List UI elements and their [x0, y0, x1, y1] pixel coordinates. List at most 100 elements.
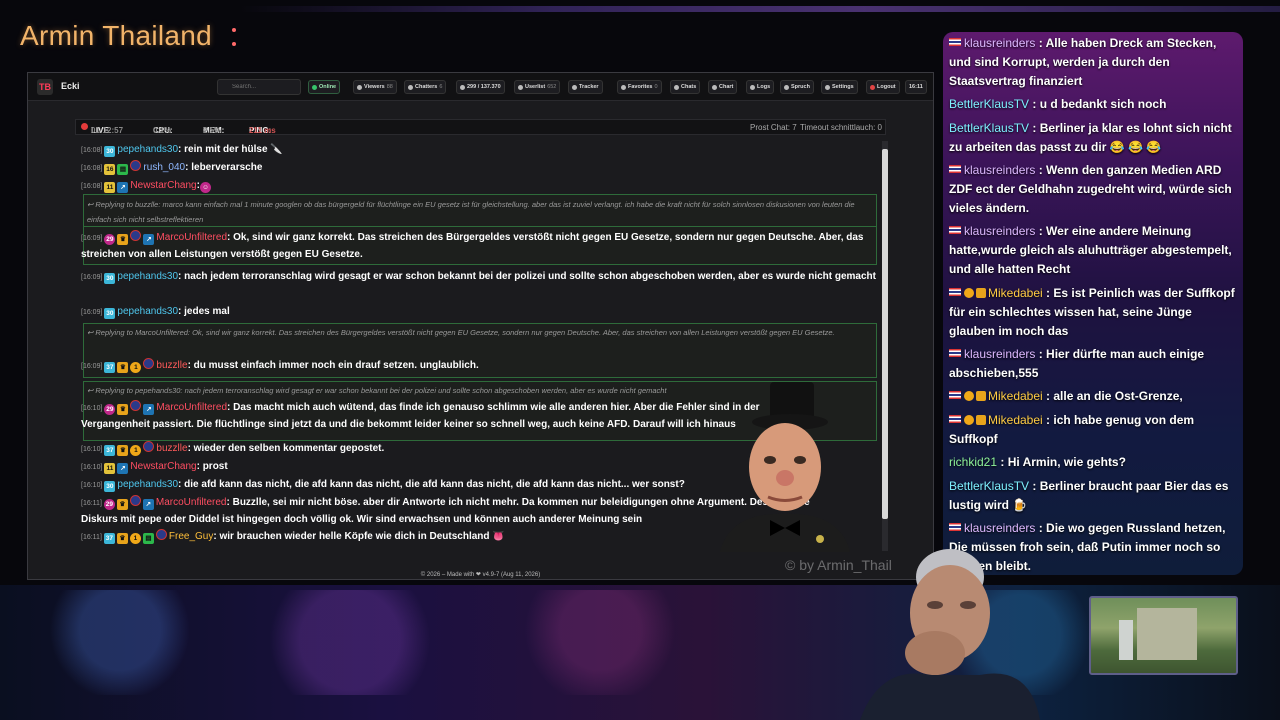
- settings-button[interactable]: Settings: [821, 80, 858, 94]
- flag-badge-icon: [130, 230, 142, 241]
- sub-badge-icon: 30: [104, 481, 116, 492]
- app-logo-icon[interactable]: TB: [37, 79, 53, 95]
- mod-badge-icon: ↗: [117, 182, 129, 193]
- chat-message: [16:09] 30 pepehands30: nach jedem terrora…: [81, 271, 876, 284]
- online-button[interactable]: Online: [308, 80, 341, 94]
- chats-icon: [674, 84, 679, 90]
- username[interactable]: pepehands30: [117, 479, 178, 490]
- chat-bubble-icon: [460, 84, 465, 90]
- sub-badge-icon: 37: [104, 362, 116, 373]
- stream-chat-message: klausreinders : Wenn den ganzen Medien A…: [949, 163, 1232, 215]
- bits-badge-icon: 1: [130, 445, 142, 456]
- username[interactable]: pepehands30: [117, 306, 178, 317]
- sub-badge-icon: 37: [104, 445, 116, 456]
- username[interactable]: rush_040: [143, 162, 185, 173]
- stream-chat-message: richkid21 : Hi Armin, wie gehts?: [949, 455, 1126, 469]
- stream-chat-message: Mikedabei : ich habe genug von dem Suffk…: [949, 413, 1195, 446]
- wall-shape: [1137, 608, 1197, 660]
- tracker-button[interactable]: Tracker: [568, 80, 603, 94]
- username[interactable]: NewstarChang: [130, 180, 196, 191]
- chat-message: [16:08] 16 ▤ rush_040: leberverarsche: [81, 160, 263, 175]
- search-input[interactable]: [217, 79, 301, 95]
- flag-badge-icon: [155, 529, 167, 540]
- logs-button[interactable]: Logs: [746, 80, 775, 94]
- webcam-feed: [860, 549, 1040, 720]
- door-shape: [1119, 620, 1133, 660]
- mod-badge-icon: ↗: [143, 234, 155, 245]
- reply-quote[interactable]: ↩ Replying to MarcoUnfiltered: Ok, sind …: [87, 325, 857, 340]
- mod-badge-icon: ↗: [117, 463, 129, 474]
- logout-button[interactable]: Logout: [866, 80, 900, 94]
- chat-message: [16:08] 30 pepehands30: rein mit der hülse…: [81, 144, 283, 157]
- message-count-button[interactable]: 299 / 137.370: [456, 80, 505, 94]
- username[interactable]: MarcoUnfiltered: [156, 402, 227, 413]
- level-badge-icon: 11: [104, 182, 116, 193]
- vip-badge-icon: 29: [103, 499, 115, 510]
- bits-icon: [964, 415, 974, 425]
- flag-icon: [949, 391, 961, 399]
- channel-title: Armin Thailand: [20, 20, 212, 51]
- top-decor-stripe: [240, 6, 1280, 12]
- favorites-button[interactable]: Favorites 0: [617, 80, 662, 94]
- scrollbar-thumb[interactable]: [882, 149, 888, 519]
- sub-badge-icon: 30: [104, 273, 116, 284]
- stream-chat-message: klausreinders : Alle haben Dreck am Stec…: [949, 36, 1217, 88]
- flag-badge-icon: [130, 400, 142, 411]
- flag-badge-icon: [130, 160, 142, 171]
- users-icon: [408, 84, 413, 90]
- flag-icon: [949, 288, 961, 296]
- flag-icon: [949, 349, 961, 357]
- crown-icon: [976, 288, 986, 298]
- flag-icon: [949, 165, 961, 173]
- level-badge-icon: 11: [104, 463, 116, 474]
- flag-badge-icon: [143, 358, 155, 369]
- spruch-button[interactable]: Spruch: [780, 80, 814, 94]
- username[interactable]: MarcoUnfiltered: [156, 497, 227, 508]
- username[interactable]: buzzlle: [156, 443, 187, 454]
- mod-badge-icon: ↗: [142, 499, 154, 510]
- viewers-button[interactable]: Viewers 88: [353, 80, 397, 94]
- level-badge-icon: 16: [104, 164, 116, 175]
- flag-badge-icon: [129, 495, 141, 506]
- stream-chat-message: BettlerKlausTV : u d bedankt sich noch: [949, 97, 1167, 111]
- username[interactable]: Free_Guy: [169, 531, 213, 542]
- sub-badge-icon: 30: [104, 308, 116, 319]
- flag-icon: [949, 523, 961, 531]
- chart-button[interactable]: Chart: [708, 80, 738, 94]
- flag-icon: [949, 415, 961, 423]
- stream-chat-message: BettlerKlausTV : Berliner ja klar es loh…: [949, 121, 1232, 154]
- gift-badge-icon: ▤: [117, 164, 129, 175]
- username[interactable]: buzzlle: [156, 360, 187, 371]
- bits-badge-icon: 1: [130, 362, 142, 373]
- timeout-counter: Timeout schnittlauch: 0: [800, 123, 882, 132]
- username[interactable]: pepehands30: [117, 271, 178, 282]
- username[interactable]: pepehands30: [117, 144, 178, 155]
- reply-quote[interactable]: ↩ Replying to buzzlle: marco kann einfac…: [87, 197, 857, 227]
- radar-icon: [572, 84, 577, 90]
- bits-icon: [964, 288, 974, 298]
- chats-button[interactable]: Chats: [670, 80, 701, 94]
- bits-icon: [964, 391, 974, 401]
- flag-badge-icon: [143, 441, 155, 452]
- username[interactable]: MarcoUnfiltered: [156, 232, 227, 243]
- chatters-button[interactable]: Chatters 6: [404, 80, 447, 94]
- camera-preview: [1089, 596, 1238, 675]
- stream-chat-message: Mikedabei : alle an die Ost-Grenze,: [949, 387, 1241, 406]
- crown-badge-icon: ♛: [116, 499, 128, 510]
- chat-scrollbar[interactable]: [882, 141, 888, 551]
- sub-badge-icon: 30: [104, 146, 116, 157]
- stream-chat-message: BettlerKlausTV : Berliner braucht paar B…: [949, 479, 1229, 512]
- crown-badge-icon: ♛: [117, 362, 129, 373]
- chat-message: [16:09] 29 ♛ ↗ MarcoUnfiltered: Ok, sind wir…: [81, 230, 864, 260]
- crown-icon: [976, 415, 986, 425]
- crown-badge-icon: ♛: [117, 234, 129, 245]
- eye-icon: [357, 84, 362, 90]
- nav-bar: TB Ecki Online Viewers 88 Chatters 6 299…: [28, 73, 933, 101]
- online-dot-icon: [312, 84, 317, 90]
- username[interactable]: NewstarChang: [130, 461, 196, 472]
- bits-badge-icon: 1: [129, 533, 141, 544]
- gear-icon: [825, 84, 830, 90]
- chart-icon: [712, 84, 717, 90]
- userlist-button[interactable]: Userlist 652: [514, 80, 561, 94]
- brand-name: Ecki: [61, 81, 80, 91]
